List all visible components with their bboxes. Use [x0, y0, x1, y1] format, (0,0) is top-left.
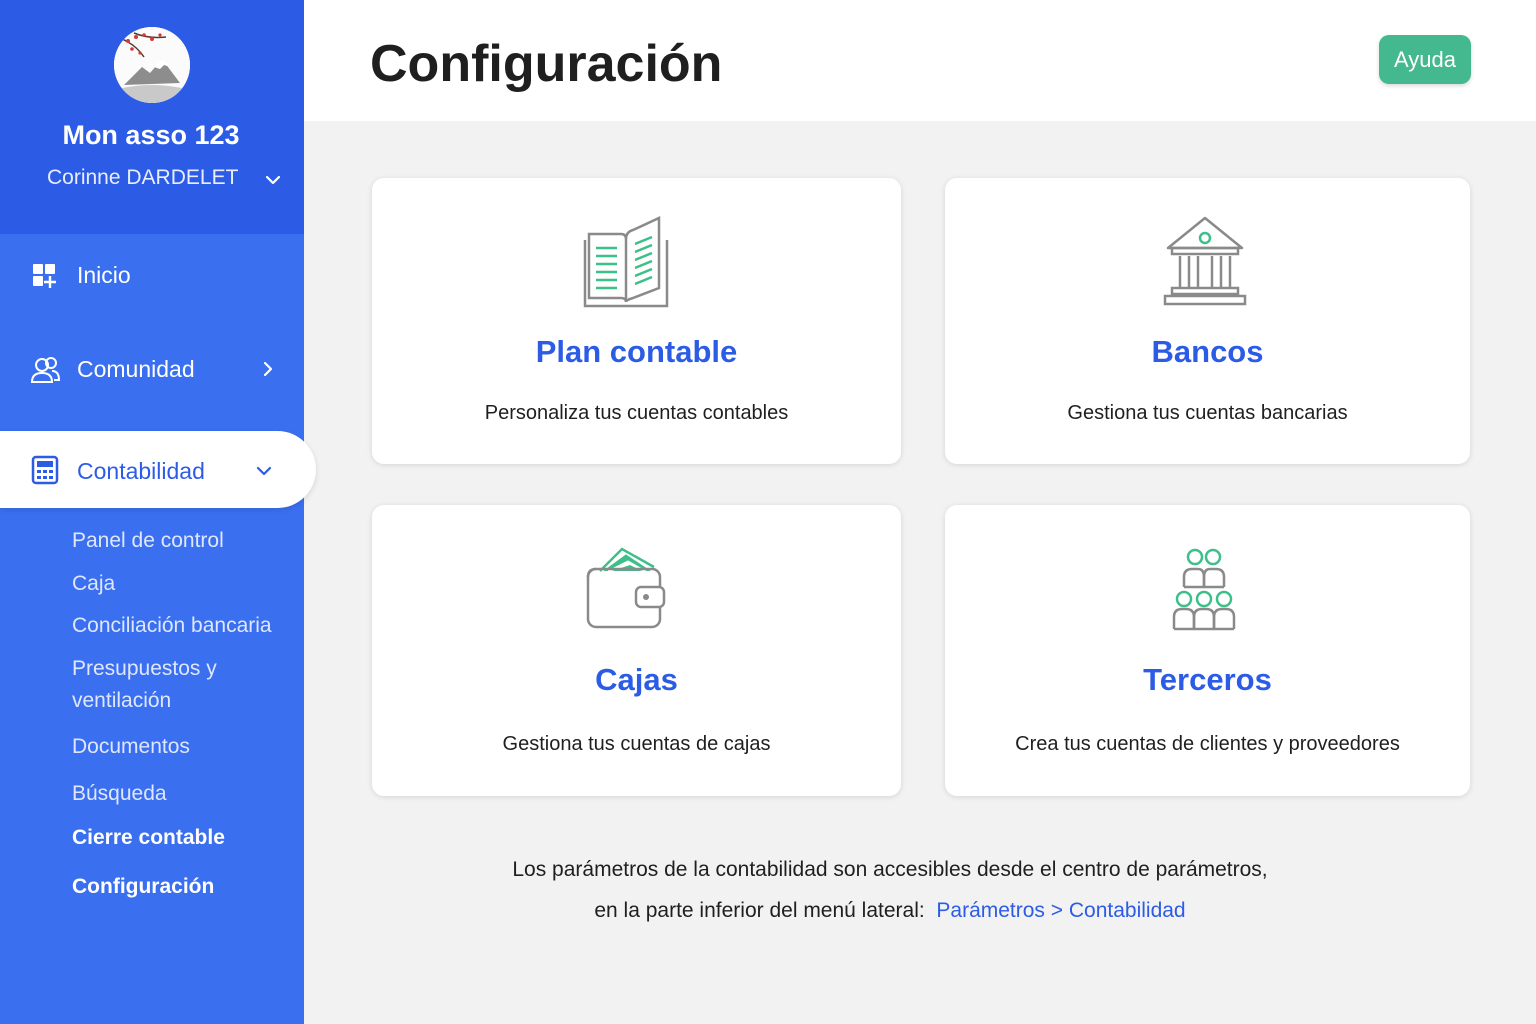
dashboard-icon: [30, 261, 60, 291]
sidebar-subitem-presupuestos[interactable]: Presupuestos y ventilación: [72, 653, 242, 717]
sidebar-subitem-cierre-contable[interactable]: Cierre contable: [72, 822, 292, 854]
page-title: Configuración: [370, 35, 723, 93]
info-text-line2: en la parte inferior del menú lateral: P…: [370, 899, 1410, 923]
info-text-line1: Los parámetros de la contabilidad son ac…: [512, 858, 1268, 881]
card-title: Terceros: [1143, 662, 1272, 697]
sidebar-item-contabilidad[interactable]: Contabilidad: [0, 431, 316, 508]
people-group-icon: [1160, 541, 1250, 637]
info-text-prefix: en la parte inferior del menú lateral:: [594, 899, 925, 922]
card-terceros[interactable]: Terceros Crea tus cuentas de clientes y …: [945, 505, 1470, 796]
users-icon: [30, 355, 61, 385]
card-plan-contable[interactable]: Plan contable Personaliza tus cuentas co…: [372, 178, 901, 464]
card-title: Plan contable: [535, 334, 738, 369]
sidebar-subitem-busqueda[interactable]: Búsqueda: [72, 778, 292, 810]
user-name: Corinne DARDELET: [47, 166, 239, 189]
sidebar-item-inicio[interactable]: Inicio: [0, 246, 304, 306]
calculator-icon: [30, 455, 60, 485]
sidebar-subitem-caja[interactable]: Caja: [72, 568, 292, 600]
avatar[interactable]: [114, 27, 190, 103]
sidebar-item-label: Inicio: [77, 262, 131, 288]
wallet-icon: [582, 541, 672, 637]
page-header: Configuración Ayuda: [304, 0, 1536, 121]
chevron-down-icon: [254, 461, 274, 481]
card-cajas[interactable]: Cajas Gestiona tus cuentas de cajas: [372, 505, 901, 796]
sidebar: Mon asso 123 Corinne DARDELET Inicio Com…: [0, 0, 316, 1024]
chevron-down-icon[interactable]: [263, 170, 283, 190]
sidebar-subitem-conciliacion-bancaria[interactable]: Conciliación bancaria: [72, 610, 292, 642]
card-description: Crea tus cuentas de clientes y proveedor…: [1015, 733, 1400, 755]
user-menu[interactable]: Corinne DARDELET: [47, 166, 287, 194]
card-title: Cajas: [595, 662, 678, 697]
parametros-contabilidad-link[interactable]: Parámetros > Contabilidad: [936, 899, 1185, 922]
card-description: Gestiona tus cuentas de cajas: [502, 733, 771, 755]
open-book-icon: [581, 214, 671, 310]
sidebar-item-label: Contabilidad: [77, 458, 205, 484]
sidebar-subitem-configuracion[interactable]: Configuración: [72, 871, 292, 903]
organization-name: Mon asso 123: [62, 120, 240, 150]
bank-icon: [1160, 214, 1250, 310]
sidebar-subitem-documentos[interactable]: Documentos: [72, 731, 292, 763]
sidebar-subitem-panel-de-control[interactable]: Panel de control: [72, 525, 292, 557]
sidebar-header: Mon asso 123 Corinne DARDELET: [0, 0, 304, 234]
help-button[interactable]: Ayuda: [1379, 35, 1471, 84]
card-description: Gestiona tus cuentas bancarias: [1067, 402, 1348, 424]
sidebar-item-comunidad[interactable]: Comunidad: [0, 340, 304, 400]
card-title: Bancos: [1151, 334, 1264, 369]
card-description: Personaliza tus cuentas contables: [484, 402, 789, 424]
sidebar-item-label: Comunidad: [77, 356, 195, 382]
card-bancos[interactable]: Bancos Gestiona tus cuentas bancarias: [945, 178, 1470, 464]
chevron-right-icon: [258, 359, 278, 379]
